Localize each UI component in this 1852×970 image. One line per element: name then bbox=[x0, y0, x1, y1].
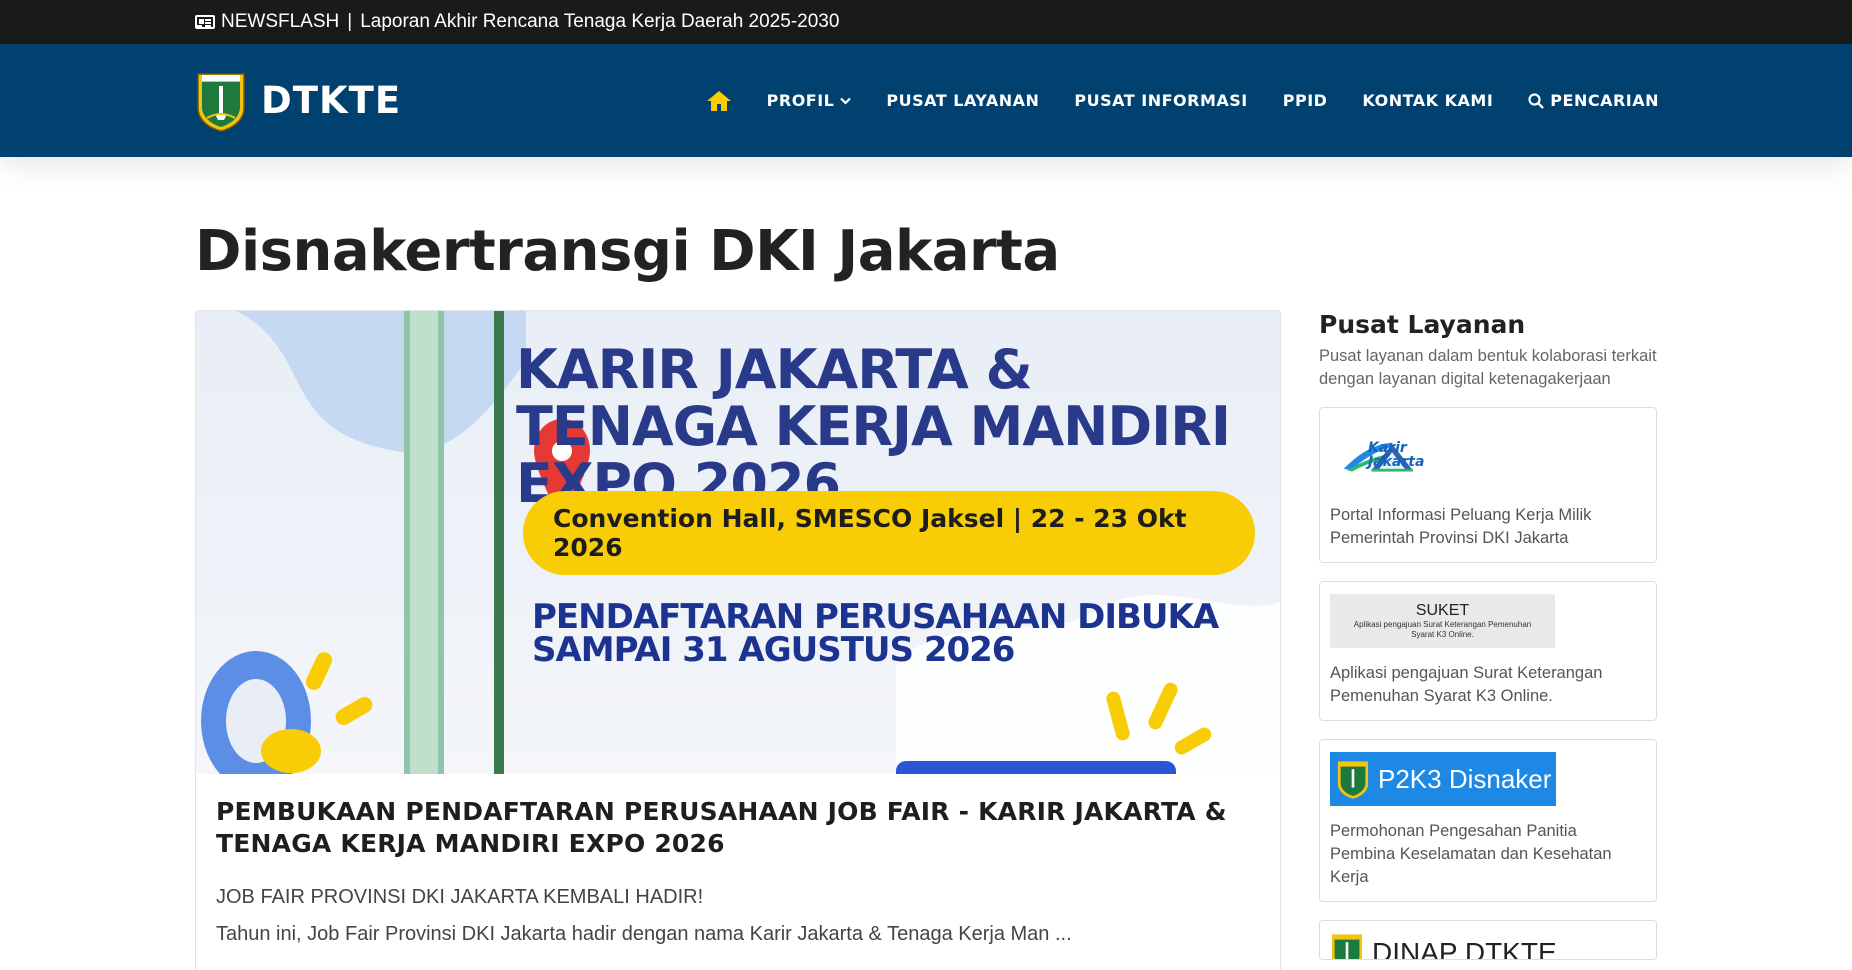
banner-venue: Convention Hall, SMESCO Jaksel | 22 - 23… bbox=[523, 491, 1255, 575]
karir-jakarta-logo-text: Karir Jakarta bbox=[1367, 440, 1425, 470]
home-icon bbox=[706, 90, 731, 111]
featured-article-card[interactable]: KARIR JAKARTA & TENAGA KERJA MANDIRI EXP… bbox=[195, 310, 1281, 970]
dinap-logo-text: DINAP DTKTE bbox=[1372, 937, 1557, 960]
newsflash-label: NEWSFLASH bbox=[221, 11, 340, 32]
main-navbar: DTKTE PROFIL PUSAT LAYANAN PUSAT INFORMA… bbox=[0, 44, 1852, 157]
featured-article-body: PEMBUKAAN PENDAFTARAN PERUSAHAAN JOB FAI… bbox=[196, 774, 1280, 970]
jakarta-crest-icon bbox=[197, 72, 245, 132]
service-card-karir-jakarta[interactable]: Karir Jakarta Portal Informasi Peluang K… bbox=[1319, 407, 1657, 563]
newsflash-bar: NEWSFLASH | Laporan Akhir Rencana Tenaga… bbox=[0, 0, 1852, 44]
jakarta-crest-icon bbox=[1337, 761, 1369, 799]
nav-pencarian[interactable]: PENCARIAN bbox=[1528, 91, 1659, 110]
nav-pusat-informasi[interactable]: PUSAT INFORMASI bbox=[1074, 91, 1247, 110]
jakarta-crest-icon bbox=[1331, 934, 1363, 959]
nav-kontak-kami[interactable]: KONTAK KAMI bbox=[1362, 91, 1493, 110]
service-suket-description: Aplikasi pengajuan Surat Keterangan Peme… bbox=[1330, 664, 1603, 705]
featured-banner-image[interactable]: KARIR JAKARTA & TENAGA KERJA MANDIRI EXP… bbox=[196, 311, 1280, 774]
newsflash-headline-link[interactable]: Laporan Akhir Rencana Tenaga Kerja Daera… bbox=[360, 11, 839, 33]
p2k3-logo-text: P2K3 Disnaker bbox=[1378, 763, 1552, 794]
nav-home[interactable] bbox=[706, 90, 732, 112]
nav-pusat-layanan[interactable]: PUSAT LAYANAN bbox=[886, 91, 1039, 110]
newsflash-separator: | bbox=[347, 11, 353, 32]
nav-profil-label: PROFIL bbox=[766, 91, 835, 110]
banner-headline: KARIR JAKARTA & TENAGA KERJA MANDIRI EXP… bbox=[516, 338, 1231, 515]
service-karir-description: Portal Informasi Peluang Kerja Milik Pem… bbox=[1330, 506, 1592, 547]
brand-name: DTKTE bbox=[261, 79, 402, 122]
service-card-p2k3[interactable]: P2K3 Disnaker Permohonan Pengesahan Pani… bbox=[1319, 739, 1657, 902]
page-title: Disnakertransgi DKI Jakarta bbox=[195, 219, 1060, 284]
sidebar-pusat-layanan: Pusat Layanan Pusat layanan dalam bentuk… bbox=[1319, 310, 1657, 960]
p2k3-logo: P2K3 Disnaker bbox=[1330, 752, 1556, 806]
featured-article-excerpt: Tahun ini, Job Fair Provinsi DKI Jakarta… bbox=[216, 923, 1072, 945]
karir-jakarta-logo: Karir Jakarta bbox=[1330, 420, 1530, 490]
suket-logo-title: SUKET bbox=[1415, 602, 1470, 619]
banner-registration: PENDAFTARAN PERUSAHAAN DIBUKA SAMPAI 31 … bbox=[532, 597, 1219, 670]
service-card-dinap[interactable]: DINAP DTKTE bbox=[1319, 920, 1657, 960]
service-p2k3-description: Permohonan Pengesahan Panitia Pembina Ke… bbox=[1330, 822, 1612, 886]
brand-link[interactable]: DTKTE bbox=[195, 70, 401, 132]
featured-article-title[interactable]: PEMBUKAAN PENDAFTARAN PERUSAHAAN JOB FAI… bbox=[216, 796, 1260, 860]
featured-article-lead: JOB FAIR PROVINSI DKI JAKARTA KEMBALI HA… bbox=[216, 886, 704, 908]
search-icon bbox=[1528, 92, 1545, 109]
service-card-suket[interactable]: SUKET Aplikasi pengajuan Surat Keteranga… bbox=[1319, 581, 1657, 721]
suket-logo-subtitle: Aplikasi pengajuan Surat Keterangan Peme… bbox=[1353, 620, 1532, 639]
sidebar-description: Pusat layanan dalam bentuk kolaborasi te… bbox=[1319, 347, 1657, 388]
nav-ppid[interactable]: PPID bbox=[1283, 91, 1328, 110]
nav-profil[interactable]: PROFIL bbox=[767, 91, 852, 110]
suket-logo: SUKET Aplikasi pengajuan Surat Keteranga… bbox=[1330, 594, 1555, 648]
chevron-down-icon bbox=[840, 97, 852, 105]
nav-pencarian-label: PENCARIAN bbox=[1550, 91, 1659, 110]
sidebar-title: Pusat Layanan bbox=[1319, 310, 1526, 339]
primary-nav: PROFIL PUSAT LAYANAN PUSAT INFORMASI PPI… bbox=[706, 90, 1659, 112]
newspaper-icon bbox=[195, 15, 215, 29]
